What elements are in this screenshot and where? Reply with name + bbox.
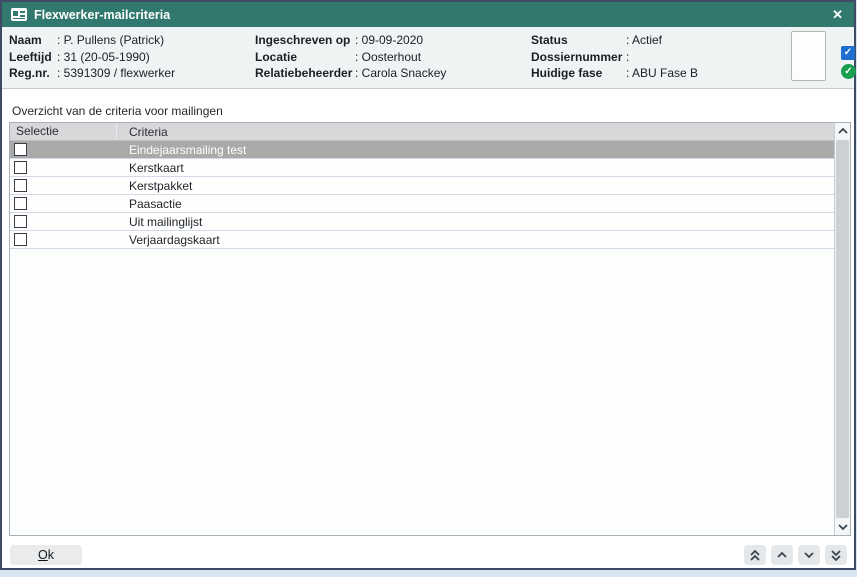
info-field-locatie: Locatie : Oosterhout [255,49,446,66]
field-value: : Actief [626,32,662,49]
field-value: : ABU Fase B [626,65,698,82]
table-row[interactable]: Kerstkaart [10,159,834,177]
scroll-up-button[interactable] [835,123,850,139]
titlebar: Flexwerker-mailcriteria ✕ [2,2,854,27]
selectie-cell [10,215,117,228]
row-checkbox[interactable] [14,143,27,156]
table-row[interactable]: Verjaardagskaart [10,231,834,249]
dialog-window: Flexwerker-mailcriteria ✕ Naam : P. Pull… [0,0,856,570]
column-header-criteria: Criteria [117,125,834,139]
field-value: : 31 (20-05-1990) [57,49,150,66]
field-label: Dossiernummer [531,49,626,66]
field-label: Reg.nr. [9,65,57,82]
info-field-huidige-fase: Huidige fase : ABU Fase B [531,65,698,82]
row-checkbox[interactable] [14,215,27,228]
field-label: Leeftijd [9,49,57,66]
criteria-label: Uit mailinglijst [117,215,834,229]
scrollbar-thumb[interactable] [836,140,849,518]
info-field-status: Status : Actief [531,32,698,49]
selectie-cell [10,179,117,192]
approved-check-icon: ✓ [841,64,856,79]
selectie-cell [10,233,117,246]
field-value: : Carola Snackey [355,65,446,82]
field-label: Status [531,32,626,49]
field-value: : P. Pullens (Patrick) [57,32,164,49]
field-value: : 5391309 / flexwerker [57,65,175,82]
criteria-label: Kerstkaart [117,161,834,175]
field-value: : [626,49,629,66]
table-row[interactable]: Eindejaarsmailing test [10,141,834,159]
criteria-table-body: Selectie Criteria Eindejaarsmailing test… [10,123,834,535]
double-chevron-up-icon [750,550,760,561]
info-field-regnr: Reg.nr. : 5391309 / flexwerker [9,65,175,82]
field-value: : Oosterhout [355,49,421,66]
next-record-button[interactable] [798,545,820,565]
ok-button[interactable]: Ok [10,545,82,565]
info-field-dossiernummer: Dossiernummer : [531,49,698,66]
last-record-button[interactable] [825,545,847,565]
chevron-up-icon [838,128,848,134]
photo-placeholder [791,31,826,81]
info-field-relatiebeheerder: Relatiebeheerder : Carola Snackey [255,65,446,82]
info-field-naam: Naam : P. Pullens (Patrick) [9,32,175,49]
selectie-cell [10,197,117,210]
criteria-label: Kerstpakket [117,179,834,193]
row-checkbox[interactable] [14,161,27,174]
person-info-panel: Naam : P. Pullens (Patrick) Leeftijd : 3… [2,27,854,89]
contact-card-icon [11,8,27,21]
info-column-3: Status : Actief Dossiernummer : Huidige … [531,32,698,82]
chevron-down-icon [804,552,814,558]
selectie-cell [10,143,117,156]
previous-record-button[interactable] [771,545,793,565]
column-header-selectie: Selectie [10,123,117,140]
field-label: Locatie [255,49,355,66]
info-field-ingeschreven: Ingeschreven op : 09-09-2020 [255,32,446,49]
double-chevron-down-icon [831,550,841,561]
close-icon[interactable]: ✕ [830,2,845,27]
criteria-table: Selectie Criteria Eindejaarsmailing test… [9,122,851,536]
table-row[interactable]: Kerstpakket [10,177,834,195]
overview-label: Overzicht van de criteria voor mailingen [12,104,223,118]
selectie-cell [10,161,117,174]
chevron-down-icon [838,524,848,530]
info-field-leeftijd: Leeftijd : 31 (20-05-1990) [9,49,175,66]
info-column-1: Naam : P. Pullens (Patrick) Leeftijd : 3… [9,32,175,82]
first-record-button[interactable] [744,545,766,565]
record-navigation [744,545,847,565]
table-row[interactable]: Uit mailinglijst [10,213,834,231]
table-header-row: Selectie Criteria [10,123,834,141]
field-label: Relatiebeheerder [255,65,355,82]
row-checkbox[interactable] [14,179,27,192]
criteria-label: Paasactie [117,197,834,211]
checked-checkbox-icon[interactable]: ✓ [841,46,855,60]
table-row[interactable]: Paasactie [10,195,834,213]
row-checkbox[interactable] [14,233,27,246]
field-label: Huidige fase [531,65,626,82]
field-value: : 09-09-2020 [355,32,423,49]
vertical-scrollbar[interactable] [834,123,850,535]
row-checkbox[interactable] [14,197,27,210]
field-label: Ingeschreven op [255,32,355,49]
scroll-down-button[interactable] [835,519,850,535]
criteria-label: Eindejaarsmailing test [117,143,834,157]
info-column-2: Ingeschreven op : 09-09-2020 Locatie : O… [255,32,446,82]
chevron-up-icon [777,552,787,558]
field-label: Naam [9,32,57,49]
criteria-label: Verjaardagskaart [117,233,834,247]
window-title: Flexwerker-mailcriteria [34,8,170,22]
ok-button-label: Ok [38,548,54,562]
